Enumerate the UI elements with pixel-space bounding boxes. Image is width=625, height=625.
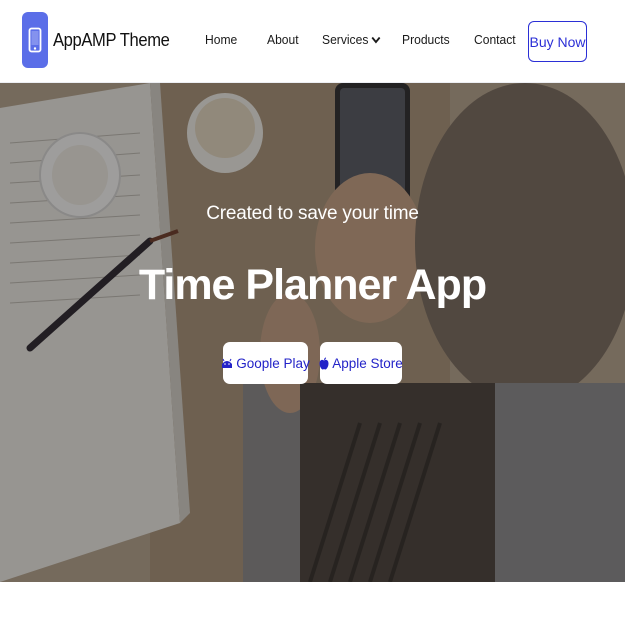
nav-about[interactable]: About [267, 32, 299, 47]
smartphone-icon [22, 12, 48, 68]
site-header: AppAMP Theme Home About Services Product… [0, 0, 625, 83]
next-section [0, 582, 625, 625]
brand-name: AppAMP Theme [53, 29, 170, 50]
buy-now-button[interactable]: Buy Now [528, 21, 587, 62]
hero-section: Created to save your time Time Planner A… [0, 83, 625, 582]
brand[interactable]: AppAMP Theme [22, 12, 180, 68]
main-nav: Home About Services Products Contact [205, 32, 519, 47]
nav-home[interactable]: Home [205, 32, 237, 47]
nav-contact[interactable]: Contact [474, 32, 516, 47]
google-play-label: Goople Play [236, 355, 310, 371]
nav-services[interactable]: Services [322, 32, 380, 47]
hero-title: Time Planner App [138, 261, 487, 309]
apple-store-button[interactable]: Apple Store [319, 342, 403, 384]
hero-overlay [0, 83, 625, 582]
apple-store-label: Apple Store [332, 355, 403, 371]
apple-icon [319, 357, 329, 370]
nav-services-label: Services [321, 32, 369, 47]
nav-products[interactable]: Products [402, 32, 450, 47]
hero-subtitle: Created to save your time [206, 203, 419, 224]
android-icon [221, 358, 233, 369]
chevron-down-icon [371, 36, 380, 44]
google-play-button[interactable]: Goople Play [221, 342, 310, 384]
